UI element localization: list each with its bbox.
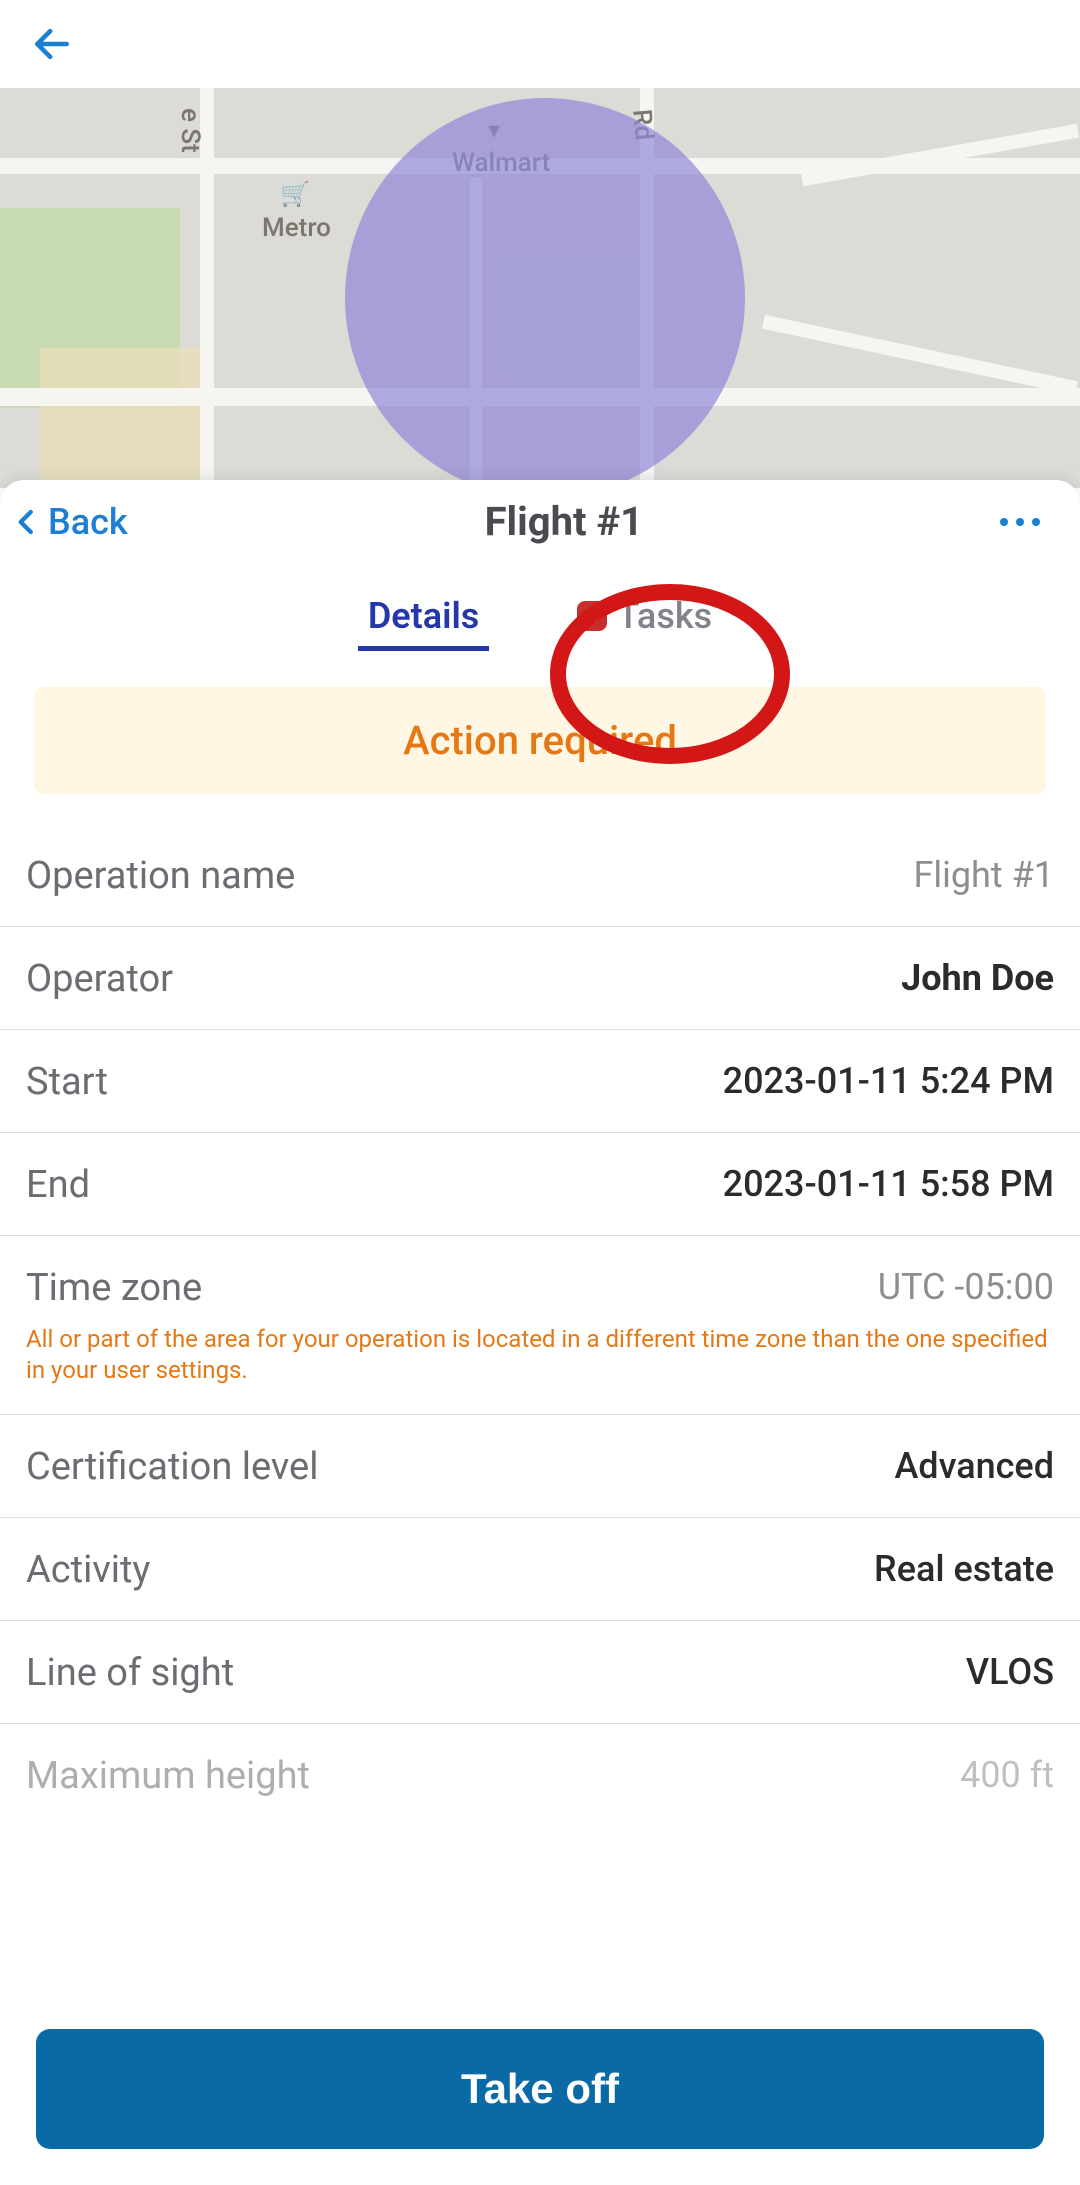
back-label: Back	[48, 501, 128, 543]
time-zone-warning: All or part of the area for your operati…	[26, 1324, 1054, 1386]
row-value: Flight #1	[913, 854, 1054, 896]
map-preview[interactable]: Walmart ▾ Metro 🛒 e St Rd	[0, 88, 1080, 488]
back-button[interactable]: Back	[12, 501, 128, 543]
tab-details[interactable]: Details	[364, 585, 483, 647]
row-label: Certification level	[26, 1445, 318, 1489]
row-operation-name: Operation name Flight #1	[0, 824, 1080, 927]
row-value: 400 ft	[960, 1754, 1054, 1796]
row-value: 2023-01-11 5:24 PM	[723, 1060, 1054, 1102]
tab-label: Details	[368, 595, 479, 637]
details-list: Operation name Flight #1 Operator John D…	[0, 824, 1080, 1798]
row-label: Start	[26, 1060, 108, 1104]
tab-tasks[interactable]: 2 Tasks	[573, 585, 716, 647]
details-sheet: Back Flight #1 Details 2 Tasks Action re…	[0, 480, 1080, 2185]
footer: Take off	[0, 2001, 1080, 2185]
row-value: UTC -05:00	[878, 1266, 1054, 1310]
row-label: End	[26, 1163, 90, 1207]
row-label: Activity	[26, 1548, 150, 1592]
app-top-bar	[0, 0, 1080, 88]
sheet-header: Back Flight #1	[0, 480, 1080, 545]
row-label: Line of sight	[26, 1651, 234, 1695]
row-operator: Operator John Doe	[0, 927, 1080, 1030]
more-horizontal-icon	[1000, 518, 1008, 526]
row-end: End 2023-01-11 5:58 PM	[0, 1133, 1080, 1236]
row-certification-level: Certification level Advanced	[0, 1415, 1080, 1518]
row-value: 2023-01-11 5:58 PM	[723, 1163, 1054, 1205]
row-label: Time zone	[26, 1266, 202, 1310]
row-value: Advanced	[894, 1445, 1054, 1487]
tab-bar: Details 2 Tasks	[0, 585, 1080, 647]
chevron-left-icon	[12, 502, 42, 542]
row-maximum-height: Maximum height 400 ft	[0, 1724, 1080, 1798]
row-label: Operation name	[26, 854, 295, 898]
page-title: Flight #1	[485, 498, 644, 545]
action-required-banner[interactable]: Action required	[34, 687, 1046, 794]
row-label: Maximum height	[26, 1754, 310, 1798]
row-line-of-sight: Line of sight VLOS	[0, 1621, 1080, 1724]
tasks-count-badge: 2	[577, 601, 607, 631]
row-label: Operator	[26, 957, 173, 1001]
more-options-button[interactable]	[1000, 518, 1050, 526]
tab-label: Tasks	[617, 595, 712, 637]
take-off-button[interactable]: Take off	[36, 2029, 1044, 2149]
row-activity: Activity Real estate	[0, 1518, 1080, 1621]
row-time-zone: Time zone UTC -05:00 All or part of the …	[0, 1236, 1080, 1415]
row-start: Start 2023-01-11 5:24 PM	[0, 1030, 1080, 1133]
row-value: VLOS	[966, 1651, 1054, 1693]
row-value: John Doe	[901, 957, 1054, 999]
row-value: Real estate	[874, 1548, 1054, 1590]
back-arrow-icon[interactable]	[30, 22, 74, 66]
